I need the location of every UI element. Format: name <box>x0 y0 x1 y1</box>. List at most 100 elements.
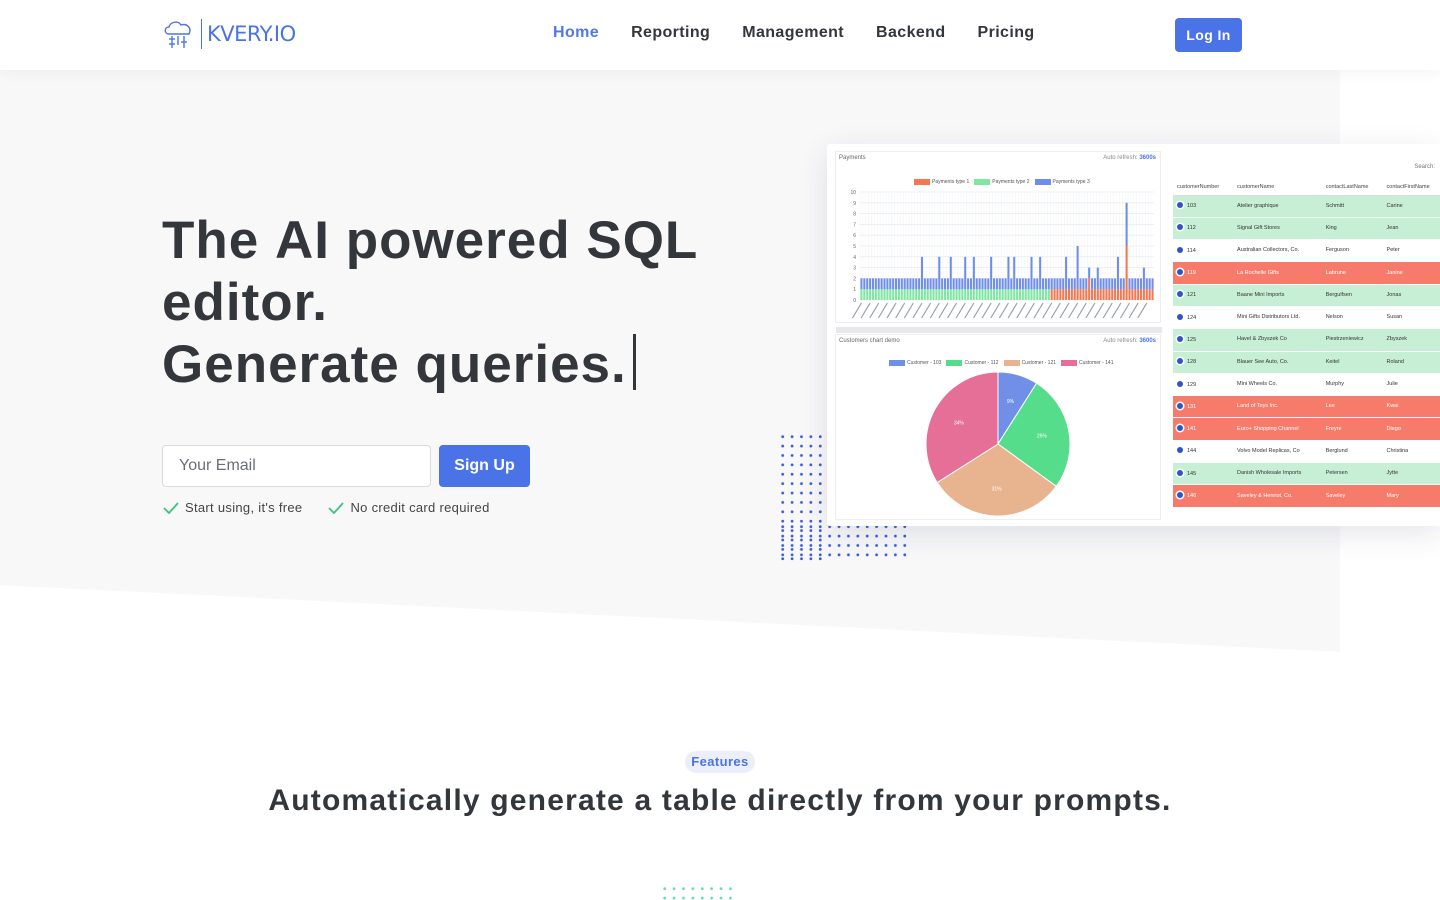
bar <box>926 278 929 290</box>
table-row[interactable]: 125 Havel & Zbyszek Co Piestrzeniewicz Zbys… <box>1173 328 1440 352</box>
row-expand-icon[interactable] <box>1177 402 1183 409</box>
row-expand-icon[interactable] <box>1177 425 1183 432</box>
typing-cursor <box>632 334 636 390</box>
x-tick-label <box>1076 302 1087 319</box>
bar <box>1125 246 1128 300</box>
customers-pie-chart: 9% 26% 31% 34% <box>925 371 1071 517</box>
bar <box>1148 289 1151 300</box>
row-expand-icon[interactable] <box>1177 380 1183 387</box>
table-cell: Havel & Zbyszek Co <box>1233 328 1322 352</box>
table-row[interactable]: 128 Blauer See Auto, Co. Keitel Roland <box>1173 351 1440 374</box>
row-expand-icon[interactable] <box>1177 291 1183 298</box>
table-row[interactable]: 119 La Rochelle Gifts Labrune Janine <box>1173 261 1440 285</box>
perk-label: Start using, it's free <box>185 500 303 515</box>
bar <box>932 289 935 300</box>
x-tick-label <box>869 302 880 319</box>
bar <box>987 289 990 300</box>
bar <box>1091 278 1094 290</box>
bar <box>1142 267 1145 290</box>
main-nav: Home Reporting Management Backend Pricin… <box>553 24 1067 42</box>
cell-text: Mini Wheels Co. <box>1237 381 1278 388</box>
nav-management[interactable]: Management <box>742 24 844 42</box>
table-row[interactable]: 114 Australian Collectors, Co. Ferguson Pet… <box>1173 239 1440 263</box>
table-cell: Mini Gifts Distributors Ltd. <box>1233 306 1322 330</box>
cell-text: Berglund <box>1325 447 1348 454</box>
table-row[interactable]: 124 Mini Gifts Distributors Ltd. Nelson Sus… <box>1173 306 1440 330</box>
table-cell: Signal Gift Stores <box>1233 217 1322 241</box>
x-tick-label <box>1094 302 1105 319</box>
table-row[interactable]: 145 Danish Wholesale Imports Petersen Jytte <box>1173 462 1440 486</box>
table-cell: Atelier graphique <box>1233 195 1322 218</box>
row-expand-icon[interactable] <box>1177 246 1183 253</box>
bar <box>949 289 952 300</box>
row-expand-icon[interactable] <box>1177 469 1183 476</box>
row-expand-icon[interactable] <box>1177 358 1183 365</box>
x-tick-label <box>1119 302 1131 319</box>
table-cell: Zbyszek <box>1382 328 1440 352</box>
payments-panel: Payments Auto refresh: 3600s Payments ty… <box>835 151 1161 323</box>
row-expand-icon[interactable] <box>1177 492 1183 498</box>
cell-text: Mini Gifts Distributors Ltd. <box>1237 314 1300 321</box>
login-button[interactable]: Log In <box>1175 18 1242 52</box>
column-header[interactable]: customerName <box>1233 180 1322 196</box>
bar <box>1039 256 1042 290</box>
nav-reporting[interactable]: Reporting <box>631 24 710 42</box>
cell-text: Australian Collectors, Co. <box>1237 247 1300 254</box>
table-cell: Bergulfsen <box>1321 284 1383 307</box>
table-row[interactable]: 146 Saveley & Henriot, Co. Saveley Mary <box>1173 484 1440 508</box>
table-row[interactable]: 121 Baane Mini Imports Bergulfsen Jonas <box>1173 284 1440 307</box>
table-row[interactable]: 112 Signal Gift Stores King Jean <box>1173 217 1440 241</box>
bar <box>944 278 947 290</box>
bar <box>1047 289 1050 300</box>
panel-scrollbar[interactable] <box>836 327 1162 333</box>
table-cell: Carine <box>1382 195 1440 218</box>
bar <box>1065 289 1068 300</box>
nav-home[interactable]: Home <box>553 24 599 42</box>
row-expand-icon[interactable] <box>1177 447 1183 454</box>
nav-backend[interactable]: Backend <box>876 24 946 42</box>
bar <box>1137 278 1140 290</box>
bar <box>1070 289 1073 300</box>
cell-text: Euro+ Shopping Channel <box>1237 425 1299 432</box>
cell-text: 114 <box>1187 247 1196 254</box>
bar <box>1091 289 1094 300</box>
bar <box>1093 278 1096 290</box>
x-tick-label <box>1128 302 1139 319</box>
nav-pricing[interactable]: Pricing <box>978 24 1035 42</box>
logo[interactable]: KVERY.IO <box>162 18 296 50</box>
table-row[interactable]: 144 Volvo Model Replicas, Co Berglund Chris… <box>1173 440 1440 464</box>
bar <box>932 278 935 290</box>
cell-text: 145 <box>1187 470 1197 477</box>
row-expand-icon[interactable] <box>1177 224 1183 231</box>
column-header[interactable]: customerNumber <box>1173 180 1234 196</box>
cell-text: Blauer See Auto, Co. <box>1237 358 1289 365</box>
table-row[interactable]: 103 Atelier graphique Schmitt Carine <box>1173 195 1440 218</box>
x-tick-label <box>964 302 975 319</box>
bar <box>1030 256 1033 290</box>
row-expand-icon[interactable] <box>1177 313 1183 320</box>
cell-text: Saveley <box>1325 492 1346 499</box>
bar <box>1108 278 1111 290</box>
table-row[interactable]: 131 Land of Toys Inc. Lee Kwai <box>1173 395 1440 419</box>
row-expand-icon[interactable] <box>1177 335 1183 342</box>
bar <box>1085 278 1088 290</box>
table-row[interactable]: 129 Mini Wheels Co. Murphy Julie <box>1173 373 1440 397</box>
bar <box>944 289 947 300</box>
bar <box>1016 278 1019 290</box>
row-expand-icon[interactable] <box>1177 269 1183 276</box>
table-cell: Mini Wheels Co. <box>1233 373 1322 397</box>
email-input[interactable] <box>162 445 431 487</box>
cell-text: Volvo Model Replicas, Co <box>1237 447 1300 454</box>
bar <box>1001 278 1004 290</box>
column-header[interactable]: contactLastName <box>1321 180 1383 196</box>
table-cell: Volvo Model Replicas, Co <box>1233 440 1322 464</box>
bar <box>1134 289 1137 300</box>
bar <box>1018 289 1021 300</box>
column-header[interactable]: contactFirstName <box>1382 180 1440 196</box>
bar <box>871 289 874 300</box>
signup-button[interactable]: Sign Up <box>439 445 530 487</box>
table-cell: 129 <box>1173 373 1234 397</box>
row-expand-icon[interactable] <box>1177 202 1183 209</box>
table-row[interactable]: 141 Euro+ Shopping Channel Freyre Diego <box>1173 417 1440 441</box>
x-tick-label <box>938 302 949 319</box>
